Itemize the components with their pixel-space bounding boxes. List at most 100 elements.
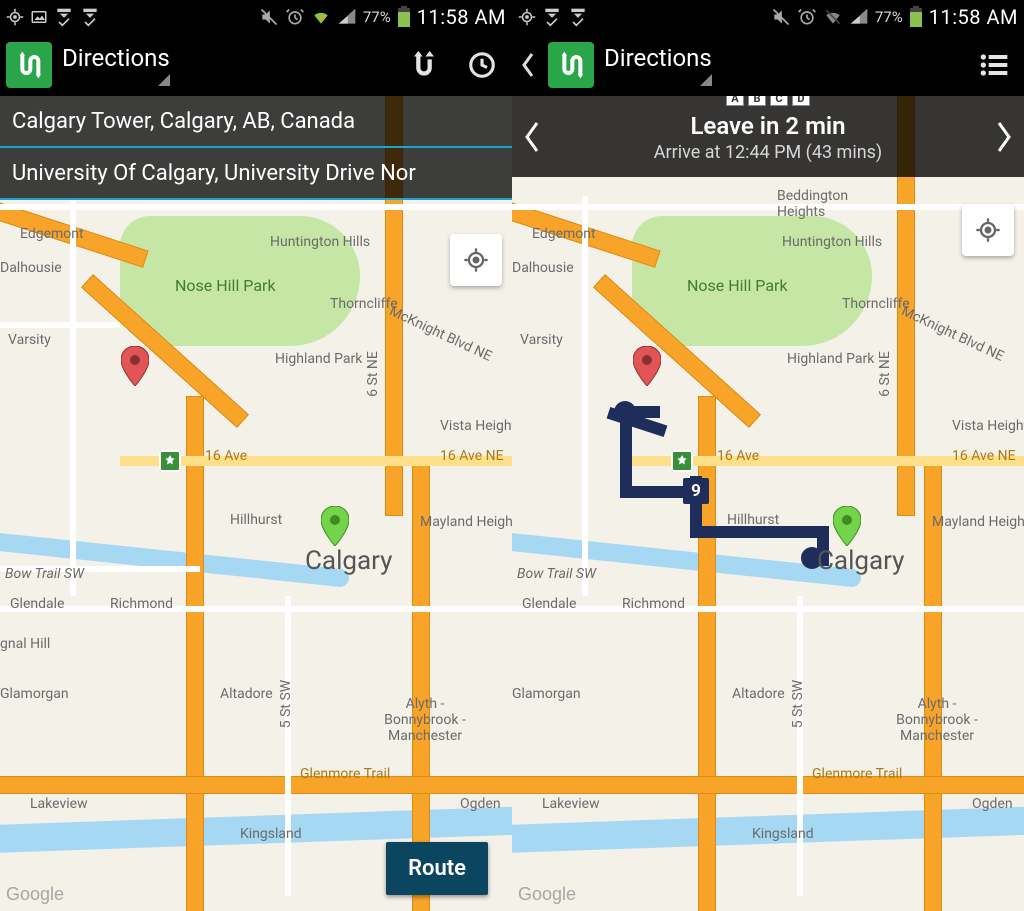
- google-attribution: Google: [518, 884, 576, 905]
- directions-input-panel: Calgary Tower, Calgary, AB, Canada Unive…: [0, 96, 512, 200]
- google-attribution: Google: [6, 884, 64, 905]
- app-logo-icon[interactable]: [548, 42, 594, 88]
- destination-input[interactable]: University Of Calgary, University Drive …: [0, 148, 512, 200]
- neighborhood-label: Highland Park: [275, 351, 362, 367]
- my-location-button[interactable]: [450, 234, 502, 286]
- download-done-icon: [80, 7, 100, 27]
- battery-icon: [397, 6, 411, 28]
- battery-icon: [909, 6, 923, 28]
- route-option-tabs: A B C D: [726, 96, 810, 106]
- list-button[interactable]: [970, 41, 1018, 89]
- neighborhood-label: Glendale: [10, 596, 64, 612]
- neighborhood-label: Mayland Heights: [420, 514, 512, 530]
- neighborhood-label: gnal Hill: [0, 636, 50, 652]
- neighborhood-label: Dalhousie: [512, 260, 574, 276]
- neighborhood-label: Thorncliffe: [842, 296, 910, 312]
- download-done-icon: [54, 7, 74, 27]
- origin-pin-icon[interactable]: [321, 506, 349, 546]
- alarm-icon: [797, 7, 817, 27]
- route-button[interactable]: Route: [386, 842, 488, 895]
- app-title-dropdown[interactable]: Directions: [62, 44, 170, 86]
- gallery-icon: [30, 8, 48, 26]
- highway-shield-icon: [159, 450, 181, 472]
- map-canvas[interactable]: Nose Hill Park Edgemont Dalhousie Varsit…: [0, 96, 512, 911]
- download-done-icon: [542, 7, 562, 27]
- neighborhood-label: Hillhurst: [727, 512, 779, 528]
- status-bar: 77% 11:58 AM: [0, 0, 512, 34]
- road-label: Bow Trail SW: [5, 566, 84, 582]
- route-option-tab[interactable]: C: [770, 96, 788, 106]
- history-button[interactable]: [458, 41, 506, 89]
- route-number-badge: 9: [683, 478, 709, 504]
- route-option-tab[interactable]: D: [792, 96, 810, 106]
- road: [512, 204, 1024, 210]
- neighborhood-label: Varsity: [8, 332, 51, 348]
- road: [797, 596, 803, 896]
- next-route-button[interactable]: [984, 107, 1024, 167]
- neighborhood-label: Altadore: [732, 686, 785, 702]
- signal-icon: [337, 7, 357, 27]
- road: [285, 596, 291, 896]
- road: [0, 204, 512, 210]
- road-label: 16 Ave: [205, 448, 247, 464]
- wifi-icon: [311, 7, 331, 27]
- highway-shield-icon: [671, 450, 693, 472]
- neighborhood-label: Kingsland: [240, 826, 302, 842]
- neighborhood-label: Ogden: [972, 796, 1013, 812]
- status-clock: 11:58 AM: [929, 5, 1018, 29]
- dropdown-triangle-icon: [700, 74, 712, 86]
- prev-route-button[interactable]: [512, 107, 552, 167]
- leave-time-text: Leave in 2 min: [552, 112, 984, 140]
- mute-icon: [259, 7, 279, 27]
- neighborhood-label: Huntington Hills: [782, 234, 882, 250]
- location-crosshair-icon: [518, 8, 536, 26]
- route-option-tab[interactable]: B: [748, 96, 766, 106]
- route-option-tab[interactable]: A: [726, 96, 744, 106]
- road: [0, 776, 512, 794]
- road-label: Glenmore Trail: [300, 766, 390, 782]
- road-label: 6 St NE: [365, 351, 381, 397]
- app-bar: Directions: [512, 34, 1024, 96]
- road: [186, 396, 204, 911]
- road: [512, 606, 1024, 612]
- road: [0, 322, 120, 328]
- app-logo-icon[interactable]: [6, 42, 52, 88]
- neighborhood-label: Lakeview: [30, 796, 88, 812]
- status-clock: 11:58 AM: [417, 5, 506, 29]
- alarm-icon: [285, 7, 305, 27]
- destination-pin-icon[interactable]: [121, 346, 149, 386]
- neighborhood-label: Glendale: [522, 596, 576, 612]
- neighborhood-label: Ogden: [460, 796, 501, 812]
- city-label: Calgary: [817, 546, 904, 576]
- neighborhood-label: Glamorgan: [0, 686, 69, 702]
- route-stop-icon: [614, 401, 636, 423]
- neighborhood-label: Beddington Heights: [777, 188, 867, 220]
- app-title-dropdown[interactable]: Directions: [604, 44, 712, 86]
- app-bar: Directions: [0, 34, 512, 96]
- city-label: Calgary: [305, 546, 392, 576]
- neighborhood-label: Richmond: [110, 596, 173, 612]
- road-label: 6 St NE: [877, 351, 893, 397]
- road-label: 5 St SW: [278, 680, 294, 728]
- park-label: Nose Hill Park: [175, 276, 276, 295]
- neighborhood-label: Vista Heights: [440, 418, 512, 434]
- neighborhood-label: Huntington Hills: [270, 234, 370, 250]
- destination-pin-icon[interactable]: [633, 346, 661, 386]
- battery-percentage: 77%: [875, 8, 903, 26]
- neighborhood-label: Highland Park: [787, 351, 874, 367]
- road-label: 16 Ave NE: [952, 448, 1016, 464]
- road-label: 16 Ave: [717, 448, 759, 464]
- road: [698, 396, 716, 911]
- origin-input[interactable]: Calgary Tower, Calgary, AB, Canada: [0, 96, 512, 148]
- origin-pin-icon[interactable]: [833, 506, 861, 546]
- swap-directions-button[interactable]: [400, 41, 448, 89]
- road: [70, 196, 76, 596]
- map-canvas[interactable]: Nose Hill Park 9 Edgemont Dalho: [512, 96, 1024, 911]
- my-location-button[interactable]: [962, 204, 1014, 256]
- battery-percentage: 77%: [363, 8, 391, 26]
- back-button[interactable]: [518, 51, 538, 79]
- mute-icon: [771, 7, 791, 27]
- road: [0, 606, 512, 612]
- neighborhood-label: Kingsland: [752, 826, 814, 842]
- download-done-icon: [568, 7, 588, 27]
